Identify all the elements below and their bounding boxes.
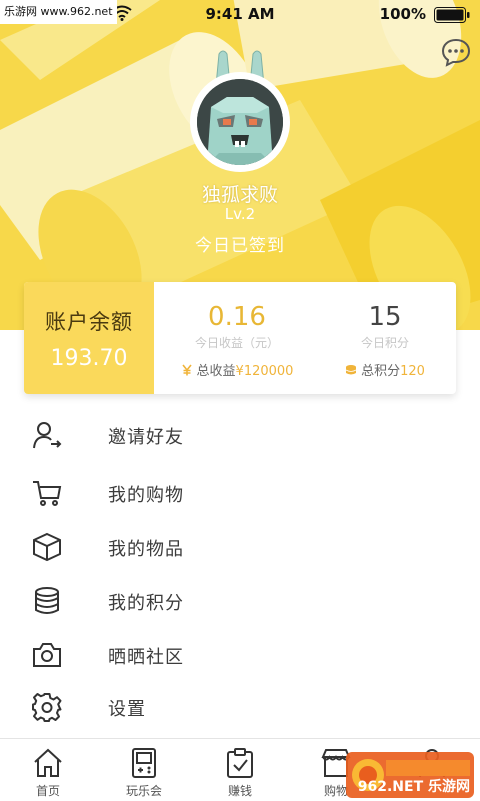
menu-item-community[interactable]: 晒晒社区 [0,628,480,680]
camera-icon [33,643,61,667]
battery-percent: 100% [379,5,426,23]
avatar-image [197,79,283,165]
menu-item-my-shopping[interactable]: 我的购物 [0,466,480,518]
menu-item-settings[interactable]: 设置 [0,680,480,732]
today-earnings-label: 今日收益（元） [194,336,279,350]
tab-label-earn: 赚钱 [227,784,252,798]
total-points-label: 总积分 [361,364,401,379]
menu-label-my-items: 我的物品 [108,539,184,560]
battery-icon [434,7,470,23]
balance-title: 账户余额 [45,310,133,334]
home-icon [34,748,62,777]
earnings-column[interactable]: 0.16 今日收益（元） 总收益¥120000 [162,282,312,394]
today-points-value: 15 [368,302,402,332]
menu-item-invite-friends[interactable]: 邀请好友 [0,408,480,460]
menu-label-invite-friends: 邀请好友 [108,427,184,448]
user-level: Lv.2 [224,205,256,223]
points-column[interactable]: 15 今日积分 总积分120 [310,282,456,394]
menu-label-settings: 设置 [108,699,146,720]
tab-play-club[interactable]: 玩乐会 [96,739,192,801]
menu-item-my-points[interactable]: 我的积分 [0,574,480,626]
menu-item-my-items[interactable]: 我的物品 [0,520,480,572]
stats-card: 账户余额 193.70 0.16 今日收益（元） 总收益¥120000 15 今… [24,282,456,394]
menu-label-community: 晒晒社区 [108,647,184,668]
tab-label-play-club: 玩乐会 [125,784,162,798]
total-earnings-label: 总收益 [196,364,236,379]
account-balance-box[interactable]: 账户余额 193.70 [24,282,154,394]
shopping-cart-icon [33,481,62,506]
chat-bubble-icon[interactable] [440,36,472,68]
box-icon [33,532,61,562]
coin-stack-icon [345,365,357,375]
tab-earn[interactable]: 赚钱 [192,739,288,801]
balance-value: 193.70 [50,346,128,371]
today-points-label: 今日积分 [360,336,409,350]
game-console-icon [132,748,156,778]
menu-label-my-points: 我的积分 [108,593,184,614]
avatar[interactable] [190,72,290,172]
watermark-top: 乐游网 www.962.net [0,0,117,24]
gear-icon [32,693,62,722]
tab-home[interactable]: 首页 [0,739,96,801]
total-points-value: 120 [400,364,425,379]
yen-icon [181,364,192,376]
profile-header: 乐游网 www.962.net 9:41 AM 100% 独孤求败 Lv.2 今… [0,0,480,330]
user-name: 独孤求败 [201,184,278,206]
signin-status: 今日已签到 [195,236,285,256]
menu-label-my-shopping: 我的购物 [108,485,184,506]
clipboard-check-icon [227,748,253,778]
watermark-bottom-text: 962.NET 乐游网 [357,779,470,795]
today-earnings-value: 0.16 [208,302,266,332]
database-coins-icon [35,587,59,614]
tab-label-home: 首页 [35,784,60,798]
total-earnings: 总收益¥120000 [162,360,312,379]
total-earnings-value: ¥120000 [235,364,294,379]
total-points: 总积分120 [310,360,456,379]
invite-user-icon [33,422,62,449]
